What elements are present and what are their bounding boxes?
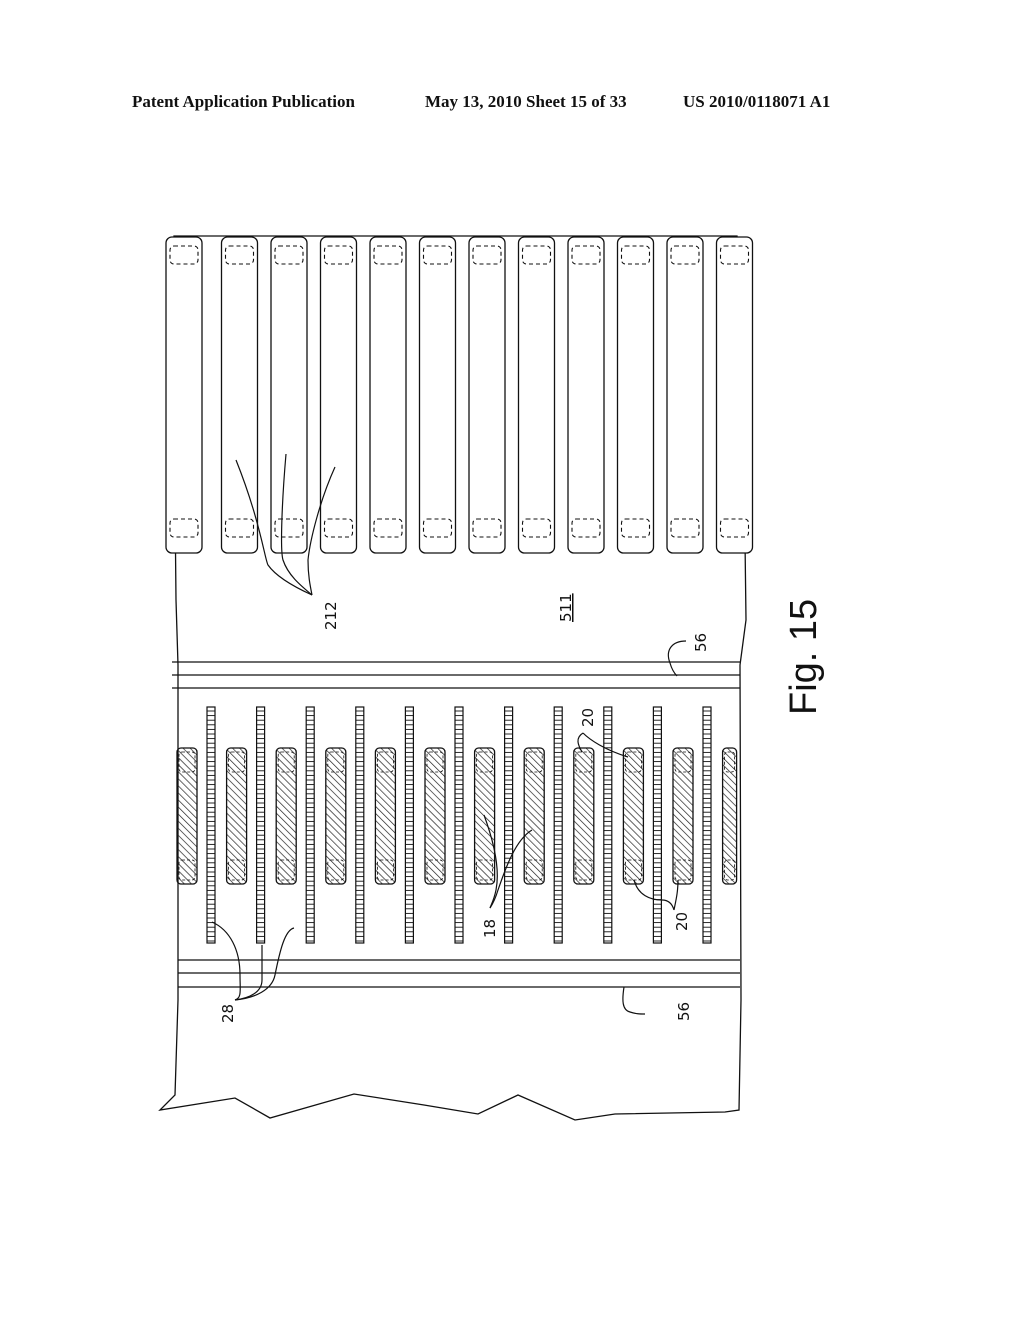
hatched-pad bbox=[225, 747, 248, 885]
upper-slot bbox=[468, 236, 506, 554]
upper-slot bbox=[567, 236, 605, 554]
ladder-strip bbox=[404, 706, 414, 944]
hatched-pad bbox=[573, 747, 595, 885]
hatched-pad bbox=[523, 747, 545, 885]
ref-56-upper: 56 bbox=[692, 633, 710, 652]
ref-18: 18 bbox=[481, 919, 499, 938]
upper-slot bbox=[666, 236, 704, 554]
upper-slot bbox=[715, 236, 754, 554]
ladder-strip bbox=[504, 706, 514, 944]
hatched-pad bbox=[275, 747, 297, 885]
ladder-strip bbox=[305, 706, 315, 944]
separator-upper bbox=[172, 661, 740, 689]
leader-56-upper bbox=[667, 640, 687, 677]
hatched-pad bbox=[374, 747, 397, 885]
upper-slot bbox=[616, 236, 655, 554]
ref-212: 212 bbox=[322, 601, 340, 630]
upper-slot bbox=[369, 236, 407, 554]
hatched-pad bbox=[672, 747, 694, 885]
hatched-pad bbox=[622, 747, 645, 885]
upper-slot bbox=[418, 236, 457, 554]
ladder-strip bbox=[454, 706, 464, 944]
leader-28-a bbox=[211, 921, 241, 1001]
ref-20-bottom: 20 bbox=[673, 912, 691, 931]
ref-56-lower: 56 bbox=[675, 1002, 693, 1021]
upper-slot bbox=[165, 236, 203, 554]
ref-28: 28 bbox=[219, 1004, 237, 1023]
upper-slot bbox=[517, 236, 556, 554]
ladder-strip bbox=[603, 706, 613, 944]
upper-slot-group bbox=[165, 236, 754, 554]
ladder-strip bbox=[256, 706, 266, 944]
hatched-pad bbox=[325, 747, 347, 885]
hatched-pad bbox=[176, 747, 198, 885]
hatched-pad bbox=[424, 747, 446, 885]
ladder-strip bbox=[355, 706, 365, 944]
patent-figure: 212 511 56 20 20 18 28 56 Fig. 15 bbox=[158, 235, 825, 1121]
ladder-strip bbox=[206, 706, 216, 944]
leader-56-lower bbox=[622, 986, 646, 1015]
figure-label: Fig. 15 bbox=[783, 599, 825, 715]
upper-slot bbox=[270, 236, 308, 554]
ladder-strip bbox=[553, 706, 563, 944]
hatched-pad bbox=[721, 747, 738, 885]
ladder-strip bbox=[652, 706, 663, 944]
ref-20-top: 20 bbox=[579, 708, 597, 727]
upper-slot bbox=[319, 236, 358, 554]
ladder-strip bbox=[702, 706, 712, 944]
ref-511: 511 bbox=[557, 593, 575, 622]
